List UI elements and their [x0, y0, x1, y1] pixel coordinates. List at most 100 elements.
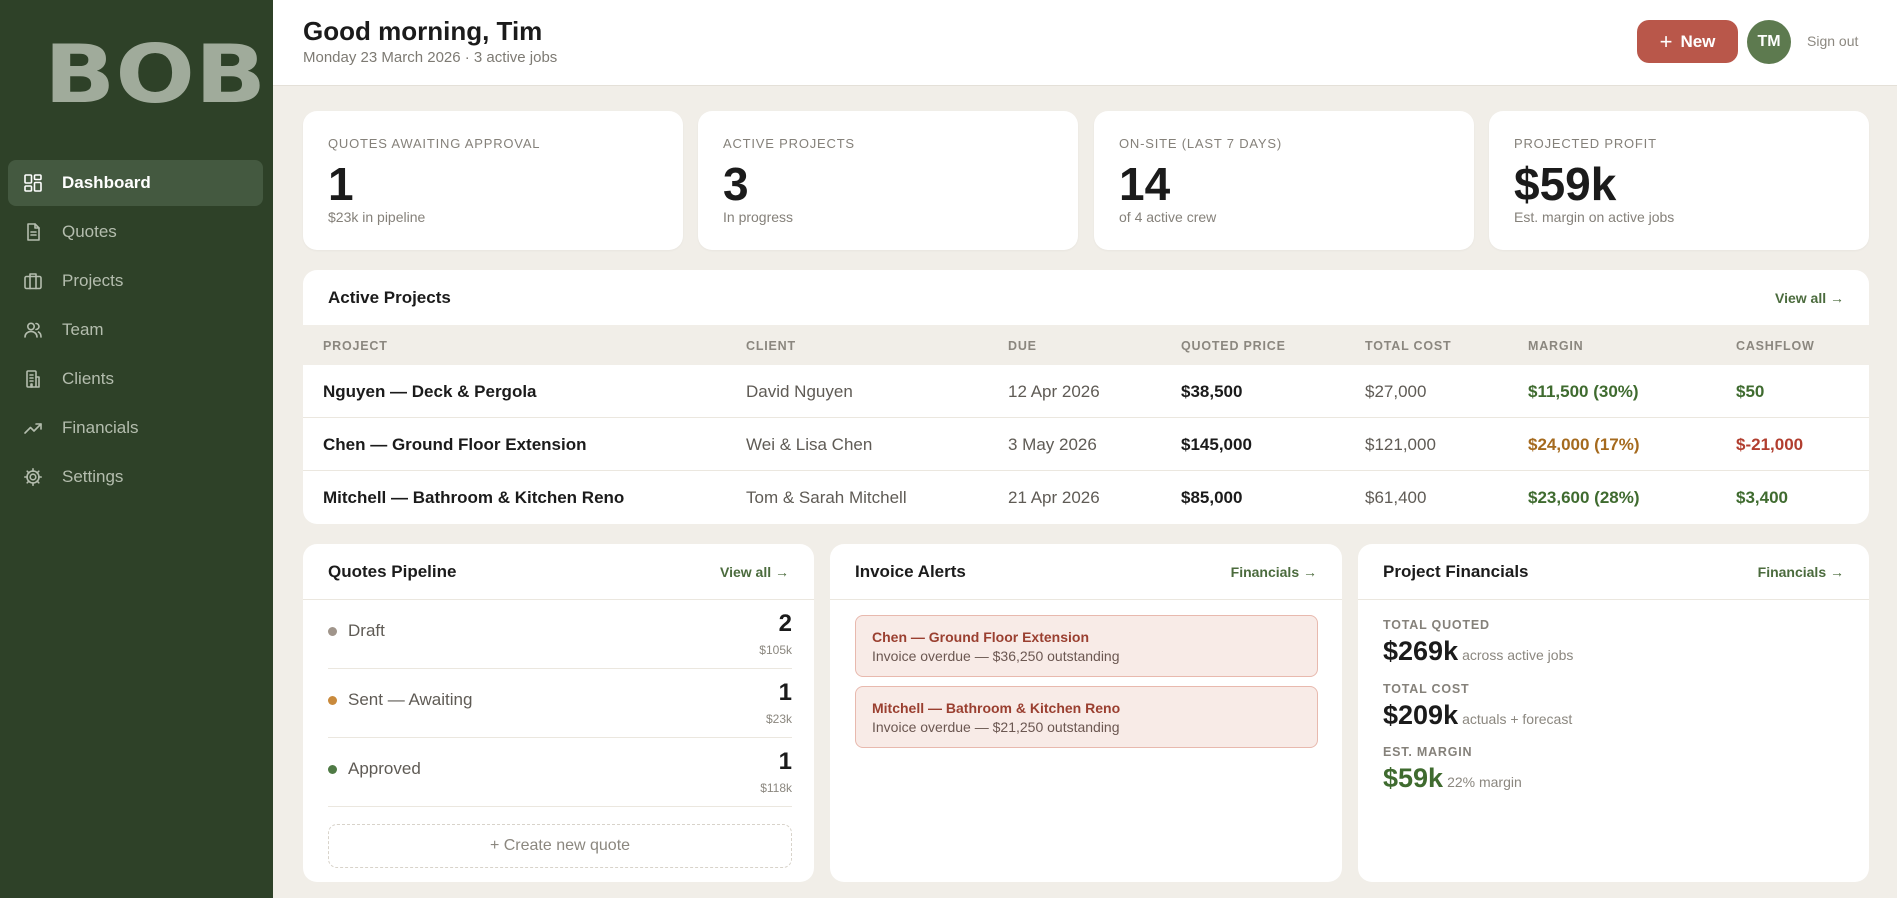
financial-total-cost: TOTAL COST $209k actuals + forecast: [1383, 682, 1572, 731]
gear-icon: [22, 466, 44, 488]
invoice-alert[interactable]: Mitchell — Bathroom & Kitchen Reno Invoi…: [855, 686, 1318, 748]
sidebar-item-label: Financials: [62, 418, 139, 437]
cell-quoted-price: $38,500: [1181, 382, 1243, 401]
status-dot: [328, 696, 337, 705]
cell-project: Chen — Ground Floor Extension: [323, 435, 587, 454]
stat-subtext: Est. margin on active jobs: [1514, 209, 1675, 225]
app-logo[interactable]: BOB: [44, 42, 266, 108]
table-row[interactable]: Mitchell — Bathroom & Kitchen Reno Tom &…: [303, 471, 1869, 524]
cell-cashflow: $50: [1736, 382, 1765, 401]
status-dot: [328, 627, 337, 636]
pipeline-stage-sent[interactable]: Sent — Awaiting 1 $23k: [328, 669, 792, 738]
sidebar-item-label: Clients: [62, 369, 114, 388]
view-all-projects-link[interactable]: View all →: [1775, 290, 1844, 306]
alert-title: Mitchell — Bathroom & Kitchen Reno: [872, 700, 1121, 716]
pipeline-stage-approved[interactable]: Approved 1 $118k: [328, 738, 792, 807]
stage-amount: $118k: [760, 781, 792, 795]
alert-text: Invoice overdue — $36,250 outstanding: [872, 648, 1120, 664]
cell-client: Tom & Sarah Mitchell: [746, 488, 907, 507]
active-projects-card: Active Projects View all → PROJECT CLIEN…: [303, 270, 1869, 524]
sidebar-nav: Dashboard Quotes Projects Team Clients F…: [8, 160, 263, 503]
stat-value: 1: [328, 158, 354, 210]
column-header[interactable]: CASHFLOW: [1736, 339, 1815, 353]
stage-amount: $23k: [765, 712, 792, 726]
quotes-pipeline-card: Quotes Pipeline View all → Draft 2 $105k…: [303, 544, 814, 882]
financial-note: across active jobs: [1462, 647, 1574, 663]
cell-project: Nguyen — Deck & Pergola: [323, 382, 537, 401]
financial-note: actuals + forecast: [1462, 711, 1573, 727]
table-row[interactable]: Nguyen — Deck & Pergola David Nguyen 12 …: [303, 365, 1869, 418]
column-header[interactable]: CLIENT: [746, 339, 796, 353]
cell-due: 3 May 2026: [1008, 435, 1097, 454]
cell-cashflow: $-21,000: [1736, 435, 1804, 454]
stat-value: $59k: [1514, 158, 1617, 210]
stage-name: Draft: [348, 621, 385, 640]
stat-card-quotes-awaiting: QUOTES AWAITING APPROVAL 1 $23k in pipel…: [303, 111, 683, 250]
plus-icon: +: [1659, 28, 1673, 54]
column-header[interactable]: QUOTED PRICE: [1181, 339, 1286, 353]
page-subtitle: Monday 23 March 2026 · 3 active jobs: [303, 49, 558, 66]
sidebar-item-label: Settings: [62, 467, 124, 486]
cell-total-cost: $27,000: [1365, 382, 1427, 401]
card-header: Project Financials Financials →: [1358, 544, 1869, 600]
status-dot: [328, 765, 337, 774]
column-header[interactable]: PROJECT: [323, 339, 388, 353]
stat-label: QUOTES AWAITING APPROVAL: [328, 136, 541, 151]
sidebar-item-quotes[interactable]: Quotes: [8, 209, 263, 255]
sidebar-item-financials[interactable]: Financials: [8, 405, 263, 451]
cell-client: Wei & Lisa Chen: [746, 435, 873, 454]
table-row[interactable]: Chen — Ground Floor Extension Wei & Lisa…: [303, 418, 1869, 471]
sidebar-item-label: Projects: [62, 271, 124, 290]
pipeline-stage-draft[interactable]: Draft 2 $105k: [328, 600, 792, 669]
table-header: PROJECT CLIENT DUE QUOTED PRICE TOTAL CO…: [303, 325, 1869, 365]
stat-label: PROJECTED PROFIT: [1514, 136, 1657, 151]
project-financials-card: Project Financials Financials → TOTAL QU…: [1358, 544, 1869, 882]
cell-total-cost: $61,400: [1365, 488, 1427, 507]
cell-due: 21 Apr 2026: [1008, 488, 1100, 507]
financial-label: EST. MARGIN: [1383, 745, 1473, 759]
sidebar-item-clients[interactable]: Clients: [8, 356, 263, 402]
trend-up-icon: [22, 417, 44, 439]
stat-subtext: $23k in pipeline: [328, 209, 426, 225]
column-header[interactable]: TOTAL COST: [1365, 339, 1451, 353]
sidebar-item-dashboard[interactable]: Dashboard: [8, 160, 263, 206]
financials-link[interactable]: Financials →: [1758, 564, 1844, 580]
stage-count: 1: [778, 679, 792, 706]
sidebar-item-settings[interactable]: Settings: [8, 454, 263, 500]
column-header[interactable]: DUE: [1008, 339, 1037, 353]
stat-label: ON-SITE (LAST 7 DAYS): [1119, 136, 1282, 151]
alert-text: Invoice overdue — $21,250 outstanding: [872, 719, 1120, 735]
financial-value: $59k: [1383, 763, 1444, 793]
create-quote-button[interactable]: + Create new quote: [328, 824, 792, 868]
stat-subtext: In progress: [723, 209, 794, 225]
cell-project: Mitchell — Bathroom & Kitchen Reno: [323, 488, 625, 507]
page-title: Good morning, Tim: [303, 16, 543, 46]
financial-label: TOTAL QUOTED: [1383, 618, 1490, 632]
cell-total-cost: $121,000: [1365, 435, 1436, 454]
card-header: Invoice Alerts Financials →: [830, 544, 1342, 600]
new-button[interactable]: + New: [1637, 20, 1738, 63]
stage-amount: $105k: [759, 643, 792, 657]
financial-value: $209k: [1383, 700, 1459, 730]
signout-link[interactable]: Sign out: [1807, 33, 1858, 49]
sidebar-item-team[interactable]: Team: [8, 307, 263, 353]
stat-card-active-projects: ACTIVE PROJECTS 3 In progress: [698, 111, 1078, 250]
financial-value: $269k: [1383, 636, 1459, 666]
view-all-quotes-link[interactable]: View all →: [720, 564, 789, 580]
cell-margin: $24,000 (17%): [1528, 435, 1640, 454]
stat-label: ACTIVE PROJECTS: [723, 136, 855, 151]
stage-count: 2: [778, 610, 792, 637]
avatar[interactable]: TM: [1747, 20, 1791, 64]
invoice-alert[interactable]: Chen — Ground Floor Extension Invoice ov…: [855, 615, 1318, 677]
financial-label: TOTAL COST: [1383, 682, 1470, 696]
sidebar-item-projects[interactable]: Projects: [8, 258, 263, 304]
column-header[interactable]: MARGIN: [1528, 339, 1584, 353]
invoice-alerts-card: Invoice Alerts Financials → Chen — Groun…: [830, 544, 1342, 882]
stage-count: 1: [778, 748, 792, 775]
alert-title: Chen — Ground Floor Extension: [872, 629, 1089, 645]
financial-total-quoted: TOTAL QUOTED $269k across active jobs: [1383, 618, 1573, 667]
building-icon: [22, 368, 44, 390]
briefcase-icon: [22, 270, 44, 292]
stat-card-on-site: ON-SITE (LAST 7 DAYS) 14 of 4 active cre…: [1094, 111, 1474, 250]
financials-link[interactable]: Financials →: [1231, 564, 1317, 580]
